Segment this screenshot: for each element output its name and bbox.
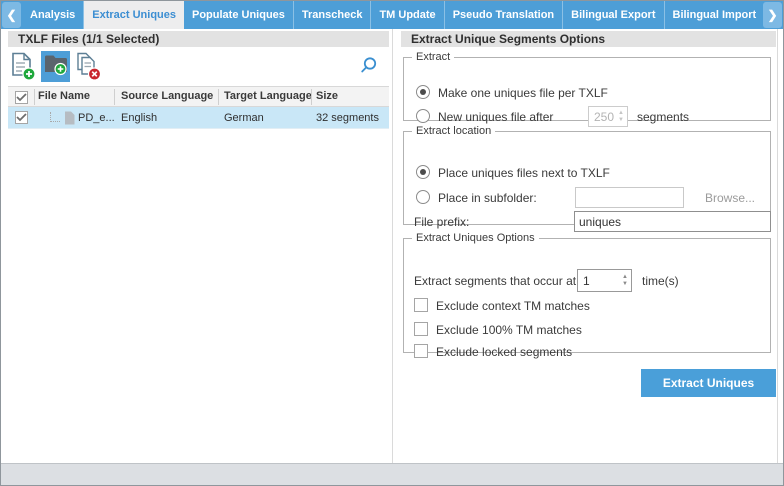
- file-table-header: File Name Source Language Target Languag…: [8, 86, 389, 107]
- tabs-scroll-left-button[interactable]: ❮: [2, 2, 21, 28]
- checkbox-exclude-100-tm[interactable]: [414, 322, 428, 336]
- checkbox-exclude-locked-label: Exclude locked segments: [436, 345, 572, 359]
- file-icon: [64, 111, 75, 130]
- browse-button[interactable]: Browse...: [705, 191, 755, 205]
- search-icon: [359, 62, 378, 79]
- extract-location-group: Extract location Place uniques files nex…: [403, 125, 771, 225]
- radio-next-to-txlf-label: Place uniques files next to TXLF: [438, 166, 610, 180]
- status-bar: [1, 463, 783, 485]
- spinner-arrows-icon[interactable]: ▲▼: [622, 274, 628, 288]
- radio-next-to-txlf[interactable]: [416, 165, 430, 179]
- file-prefix-label: File prefix:: [414, 215, 469, 229]
- checkmark-icon: [16, 113, 27, 122]
- checkbox-exclude-locked[interactable]: [414, 344, 428, 358]
- segments-count-spinner[interactable]: 250 ▲▼: [588, 106, 628, 127]
- tab-analysis[interactable]: Analysis: [22, 1, 84, 29]
- remove-files-button[interactable]: [74, 52, 102, 86]
- checkbox-exclude-100-tm-label: Exclude 100% TM matches: [436, 323, 582, 337]
- extract-uniques-button[interactable]: Extract Uniques: [641, 369, 776, 397]
- extract-group-legend: Extract: [412, 51, 454, 63]
- extract-uniques-options-group: Extract Uniques Options Extract segments…: [403, 232, 771, 353]
- occurrence-suffix-label: time(s): [642, 274, 679, 288]
- row-target-language: German: [224, 107, 264, 129]
- row-checkbox[interactable]: [15, 111, 28, 124]
- tab-transcheck[interactable]: Transcheck: [294, 1, 372, 29]
- radio-new-file-after-label: New uniques file after: [438, 110, 553, 124]
- checkmark-icon: [16, 93, 27, 102]
- radio-new-file-after[interactable]: [416, 109, 430, 123]
- radio-one-file-per-txlf-label: Make one uniques file per TXLF: [438, 86, 608, 100]
- remove-files-icon: [74, 68, 102, 85]
- tab-tm-update[interactable]: TM Update: [371, 1, 444, 29]
- tree-branch-line: [50, 112, 60, 122]
- add-folder-icon: [44, 53, 68, 81]
- row-size: 32 segments: [316, 107, 379, 129]
- row-file-name: PD_e...: [78, 107, 115, 129]
- column-header-target-language[interactable]: Target Language: [224, 87, 312, 106]
- select-all-checkbox[interactable]: [15, 91, 28, 104]
- tab-pseudo-translation[interactable]: Pseudo Translation: [445, 1, 563, 29]
- column-header-source-language[interactable]: Source Language: [121, 87, 213, 106]
- checkbox-exclude-context-tm-label: Exclude context TM matches: [436, 299, 590, 313]
- tab-populate-uniques[interactable]: Populate Uniques: [184, 1, 294, 29]
- segments-count-value: 250: [594, 110, 614, 124]
- tab-extract-uniques[interactable]: Extract Uniques: [84, 1, 184, 29]
- column-header-size[interactable]: Size: [316, 87, 338, 106]
- chevron-left-icon: ❮: [6, 8, 16, 22]
- add-file-button[interactable]: [10, 52, 36, 86]
- tab-bilingual-export[interactable]: Bilingual Export: [563, 1, 664, 29]
- radio-one-file-per-txlf[interactable]: [416, 85, 430, 99]
- subfolder-input[interactable]: [575, 187, 684, 208]
- search-button[interactable]: [359, 56, 379, 76]
- add-folder-button[interactable]: [41, 51, 70, 82]
- radio-place-in-subfolder-label: Place in subfolder:: [438, 191, 537, 205]
- spinner-arrows-icon[interactable]: ▲▼: [618, 110, 624, 124]
- segments-suffix-label: segments: [637, 110, 689, 124]
- extract-uniques-options-legend: Extract Uniques Options: [412, 232, 539, 244]
- tab-bilingual-import[interactable]: Bilingual Import: [665, 1, 763, 29]
- column-header-file-name[interactable]: File Name: [38, 87, 90, 106]
- occurrence-spinner[interactable]: 1 ▲▼: [577, 269, 632, 292]
- panel-divider: [392, 29, 393, 463]
- add-file-icon: [10, 68, 36, 85]
- right-panel-edge: [777, 29, 778, 463]
- app-window: ❮ Analysis Extract Uniques Populate Uniq…: [0, 0, 784, 486]
- right-panel-title: Extract Unique Segments Options: [401, 31, 776, 47]
- extract-group: Extract Make one uniques file per TXLF N…: [403, 51, 771, 121]
- chevron-right-icon: ❯: [767, 8, 777, 22]
- tabs-scroll-right-button[interactable]: ❯: [763, 2, 782, 28]
- tabs-strip: Analysis Extract Uniques Populate Unique…: [22, 1, 762, 29]
- file-prefix-input[interactable]: [574, 211, 771, 232]
- tab-bar: ❮ Analysis Extract Uniques Populate Uniq…: [1, 1, 783, 29]
- radio-place-in-subfolder[interactable]: [416, 190, 430, 204]
- occurrence-value: 1: [583, 274, 590, 288]
- checkbox-exclude-context-tm[interactable]: [414, 298, 428, 312]
- table-row[interactable]: PD_e... English German 32 segments: [8, 107, 389, 129]
- left-panel-title: TXLF Files (1/1 Selected): [8, 31, 389, 47]
- extract-location-legend: Extract location: [412, 125, 495, 137]
- row-source-language: English: [121, 107, 157, 129]
